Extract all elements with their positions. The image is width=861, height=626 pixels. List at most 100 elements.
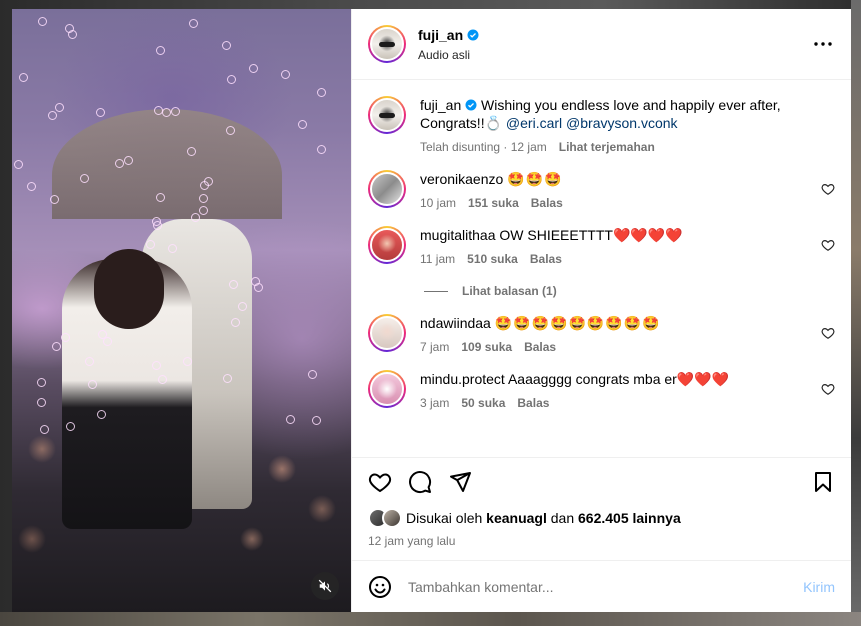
emoji-button[interactable] xyxy=(368,575,392,599)
backdrop-bottom-strip xyxy=(0,612,861,626)
author-avatar[interactable] xyxy=(368,25,406,63)
bubble xyxy=(204,177,213,186)
comment-like-count[interactable]: 109 suka xyxy=(461,340,512,354)
send-icon xyxy=(450,471,471,492)
comment-like-count[interactable]: 510 suka xyxy=(467,252,518,266)
video-background-roof xyxy=(52,109,282,219)
bubble xyxy=(48,111,57,120)
bubble xyxy=(223,374,232,383)
verified-badge-icon xyxy=(467,29,479,41)
comment-username[interactable]: veronikaenzo xyxy=(420,171,503,187)
comment-time[interactable]: 11 jam xyxy=(420,252,455,266)
comment-username[interactable]: mugitalithaa xyxy=(420,227,496,243)
add-comment-bar: Kirim xyxy=(352,560,851,612)
bubble xyxy=(55,103,64,112)
liker-avatar[interactable] xyxy=(382,508,402,528)
bubble xyxy=(168,244,177,253)
bubble xyxy=(286,415,295,424)
bubble xyxy=(85,357,94,366)
comment-like-count[interactable]: 50 suka xyxy=(461,396,505,410)
comment-heart-icon[interactable] xyxy=(821,326,835,340)
verified-badge-icon xyxy=(465,99,477,111)
bubble xyxy=(251,277,260,286)
comments-list[interactable]: fuji_an Wishing you endless love and hap… xyxy=(352,80,851,457)
bubble xyxy=(66,422,75,431)
bubble xyxy=(238,302,247,311)
comment-username[interactable]: ndawiindaa xyxy=(420,315,491,331)
bubble xyxy=(312,416,321,425)
more-options-button[interactable] xyxy=(811,32,835,56)
comment-time[interactable]: 3 jam xyxy=(420,396,449,410)
comment-time[interactable]: 7 jam xyxy=(420,340,449,354)
video-person-hair xyxy=(94,249,164,329)
bubble xyxy=(152,361,161,370)
bubble xyxy=(14,160,23,169)
caption-avatar[interactable] xyxy=(368,96,406,134)
caption-mention-bravyson[interactable]: @bravyson.vconk xyxy=(566,115,677,131)
like-button[interactable] xyxy=(368,470,392,494)
comment-button[interactable] xyxy=(408,470,432,494)
save-button[interactable] xyxy=(811,470,835,494)
likes-count[interactable]: 662.405 lainnya xyxy=(578,510,681,526)
comment-time[interactable]: 10 jam xyxy=(420,196,456,210)
bubble xyxy=(158,375,167,384)
bubble xyxy=(88,380,97,389)
bubble xyxy=(317,145,326,154)
bubble xyxy=(156,46,165,55)
audio-label[interactable]: Audio asli xyxy=(418,48,811,62)
comment-text: 🤩🤩🤩🤩🤩🤩🤩🤩🤩 xyxy=(494,315,661,331)
post-video[interactable] xyxy=(12,9,351,612)
liker-username[interactable]: keanuagl xyxy=(486,510,547,526)
comment-item: mindu.protect Aaaagggg congrats mba er❤️… xyxy=(368,370,835,410)
comment-item: veronikaenzo 🤩🤩🤩 10 jam 151 suka Balas xyxy=(368,170,835,210)
bubble xyxy=(162,108,171,117)
see-translation-link[interactable]: Lihat terjemahan xyxy=(559,140,655,154)
comment-input[interactable] xyxy=(408,578,804,595)
commenter-avatar[interactable] xyxy=(368,314,406,352)
reply-button[interactable]: Balas xyxy=(517,396,549,410)
bookmark-icon xyxy=(815,471,831,492)
commenter-avatar[interactable] xyxy=(368,170,406,208)
bubble xyxy=(65,24,74,33)
commenter-avatar[interactable] xyxy=(368,226,406,264)
commenter-avatar[interactable] xyxy=(368,370,406,408)
share-button[interactable] xyxy=(448,470,472,494)
bubble xyxy=(19,73,28,82)
comment-heart-icon[interactable] xyxy=(821,182,835,196)
comment-heart-icon[interactable] xyxy=(821,238,835,252)
bubble xyxy=(146,240,155,249)
author-username-row: fuji_an xyxy=(418,27,479,43)
bubble xyxy=(152,217,161,226)
mute-button[interactable] xyxy=(311,572,339,600)
post-comment-button[interactable]: Kirim xyxy=(803,579,835,595)
bubble xyxy=(249,64,258,73)
comment-item: ndawiindaa 🤩🤩🤩🤩🤩🤩🤩🤩🤩 7 jam 109 suka Bala… xyxy=(368,314,835,354)
caption-username[interactable]: fuji_an xyxy=(420,97,461,113)
bubble xyxy=(37,398,46,407)
reply-button[interactable]: Balas xyxy=(531,196,563,210)
comment-heart-icon[interactable] xyxy=(821,382,835,396)
post-side-panel: fuji_an Audio asli fuji_an Wishing you e… xyxy=(351,9,851,612)
post-actions-bar xyxy=(352,457,851,505)
bubble xyxy=(229,280,238,289)
post-timestamp[interactable]: 12 jam yang lalu xyxy=(352,531,851,551)
bubble xyxy=(281,70,290,79)
bubble xyxy=(156,193,165,202)
bubble xyxy=(115,159,124,168)
caption-time[interactable]: 12 jam xyxy=(511,140,547,154)
post-caption: fuji_an Wishing you endless love and hap… xyxy=(368,96,835,154)
bubble xyxy=(124,156,133,165)
author-username[interactable]: fuji_an xyxy=(418,27,463,43)
comment-like-count[interactable]: 151 suka xyxy=(468,196,519,210)
bubble xyxy=(191,213,200,222)
reply-button[interactable]: Balas xyxy=(530,252,562,266)
heart-icon xyxy=(368,472,392,492)
caption-mention-eri[interactable]: @eri.carl xyxy=(506,115,562,131)
comment-username[interactable]: mindu.protect xyxy=(420,371,505,387)
view-replies-button[interactable]: Lihat balasan (1) xyxy=(424,284,835,298)
likes-middle: dan xyxy=(550,510,575,526)
bubble xyxy=(97,410,106,419)
likes-summary: Disukai oleh keanuagl dan 662.405 lainny… xyxy=(352,505,851,531)
caption-edited: Telah disunting xyxy=(420,140,501,154)
reply-button[interactable]: Balas xyxy=(524,340,556,354)
